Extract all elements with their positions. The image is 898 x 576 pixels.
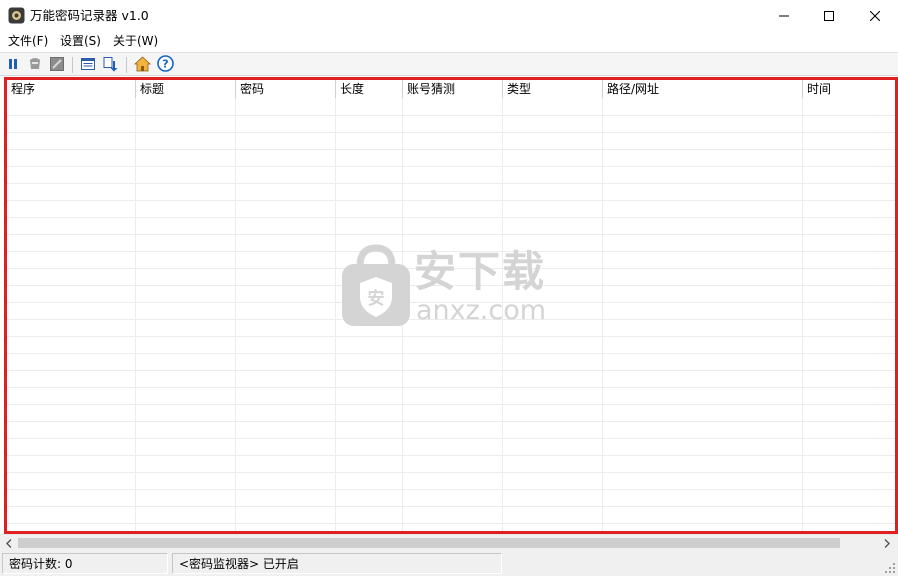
menu-about[interactable]: 关于(W) bbox=[113, 33, 158, 50]
clear-button[interactable] bbox=[26, 56, 44, 74]
home-button[interactable] bbox=[133, 55, 151, 75]
stop-icon bbox=[49, 56, 65, 75]
toolbar-separator bbox=[126, 57, 127, 73]
svg-text:?: ? bbox=[162, 58, 168, 71]
chevron-right-icon bbox=[884, 537, 890, 551]
stop-button[interactable] bbox=[48, 56, 66, 74]
scrollbar-thumb[interactable] bbox=[18, 538, 840, 548]
column-header-account-guess[interactable]: 账号猜测 bbox=[403, 80, 503, 98]
toolbar-separator bbox=[72, 57, 73, 73]
password-list[interactable]: 程序 标题 密码 长度 账号猜测 类型 路径/网址 时间 bbox=[4, 77, 898, 534]
password-count: 密码计数: 0 bbox=[2, 553, 168, 574]
monitor-status: <密码监视器> 已开启 bbox=[172, 553, 502, 574]
title-bar: 万能密码记录器 v1.0 bbox=[0, 0, 898, 31]
close-button[interactable] bbox=[852, 0, 898, 31]
column-header-path-url[interactable]: 路径/网址 bbox=[603, 80, 803, 98]
column-header-password[interactable]: 密码 bbox=[236, 80, 336, 98]
maximize-button[interactable] bbox=[806, 0, 852, 31]
column-header-length[interactable]: 长度 bbox=[336, 80, 403, 98]
horizontal-scrollbar[interactable] bbox=[0, 534, 898, 551]
grid-lines bbox=[7, 98, 895, 531]
toolbar: ? bbox=[0, 52, 898, 76]
help-icon: ? bbox=[156, 55, 174, 75]
minimize-button[interactable] bbox=[761, 0, 807, 31]
clear-icon bbox=[27, 56, 43, 75]
menu-settings[interactable]: 设置(S) bbox=[60, 33, 101, 50]
list-button[interactable] bbox=[79, 56, 97, 74]
column-header-type[interactable]: 类型 bbox=[503, 80, 603, 98]
chevron-left-icon bbox=[6, 537, 12, 551]
status-bar: 密码计数: 0 <密码监视器> 已开启 bbox=[0, 551, 898, 576]
window-title: 万能密码记录器 v1.0 bbox=[30, 8, 149, 23]
help-button[interactable]: ? bbox=[156, 55, 174, 75]
pause-icon bbox=[8, 58, 18, 73]
pause-button[interactable] bbox=[4, 56, 22, 74]
home-icon bbox=[133, 55, 151, 75]
export-icon bbox=[102, 56, 118, 75]
app-icon bbox=[8, 7, 25, 24]
column-header-program[interactable]: 程序 bbox=[7, 80, 136, 98]
scroll-right-button[interactable] bbox=[880, 537, 894, 550]
menu-bar: 文件(F) 设置(S) 关于(W) bbox=[0, 31, 898, 52]
list-icon bbox=[80, 56, 96, 75]
table-header: 程序 标题 密码 长度 账号猜测 类型 路径/网址 时间 bbox=[7, 80, 895, 98]
column-header-time[interactable]: 时间 bbox=[803, 80, 895, 98]
scroll-left-button[interactable] bbox=[2, 537, 16, 550]
menu-file[interactable]: 文件(F) bbox=[8, 33, 48, 50]
column-header-title[interactable]: 标题 bbox=[136, 80, 236, 98]
resize-grip-icon[interactable] bbox=[884, 562, 896, 574]
export-button[interactable] bbox=[101, 56, 119, 74]
